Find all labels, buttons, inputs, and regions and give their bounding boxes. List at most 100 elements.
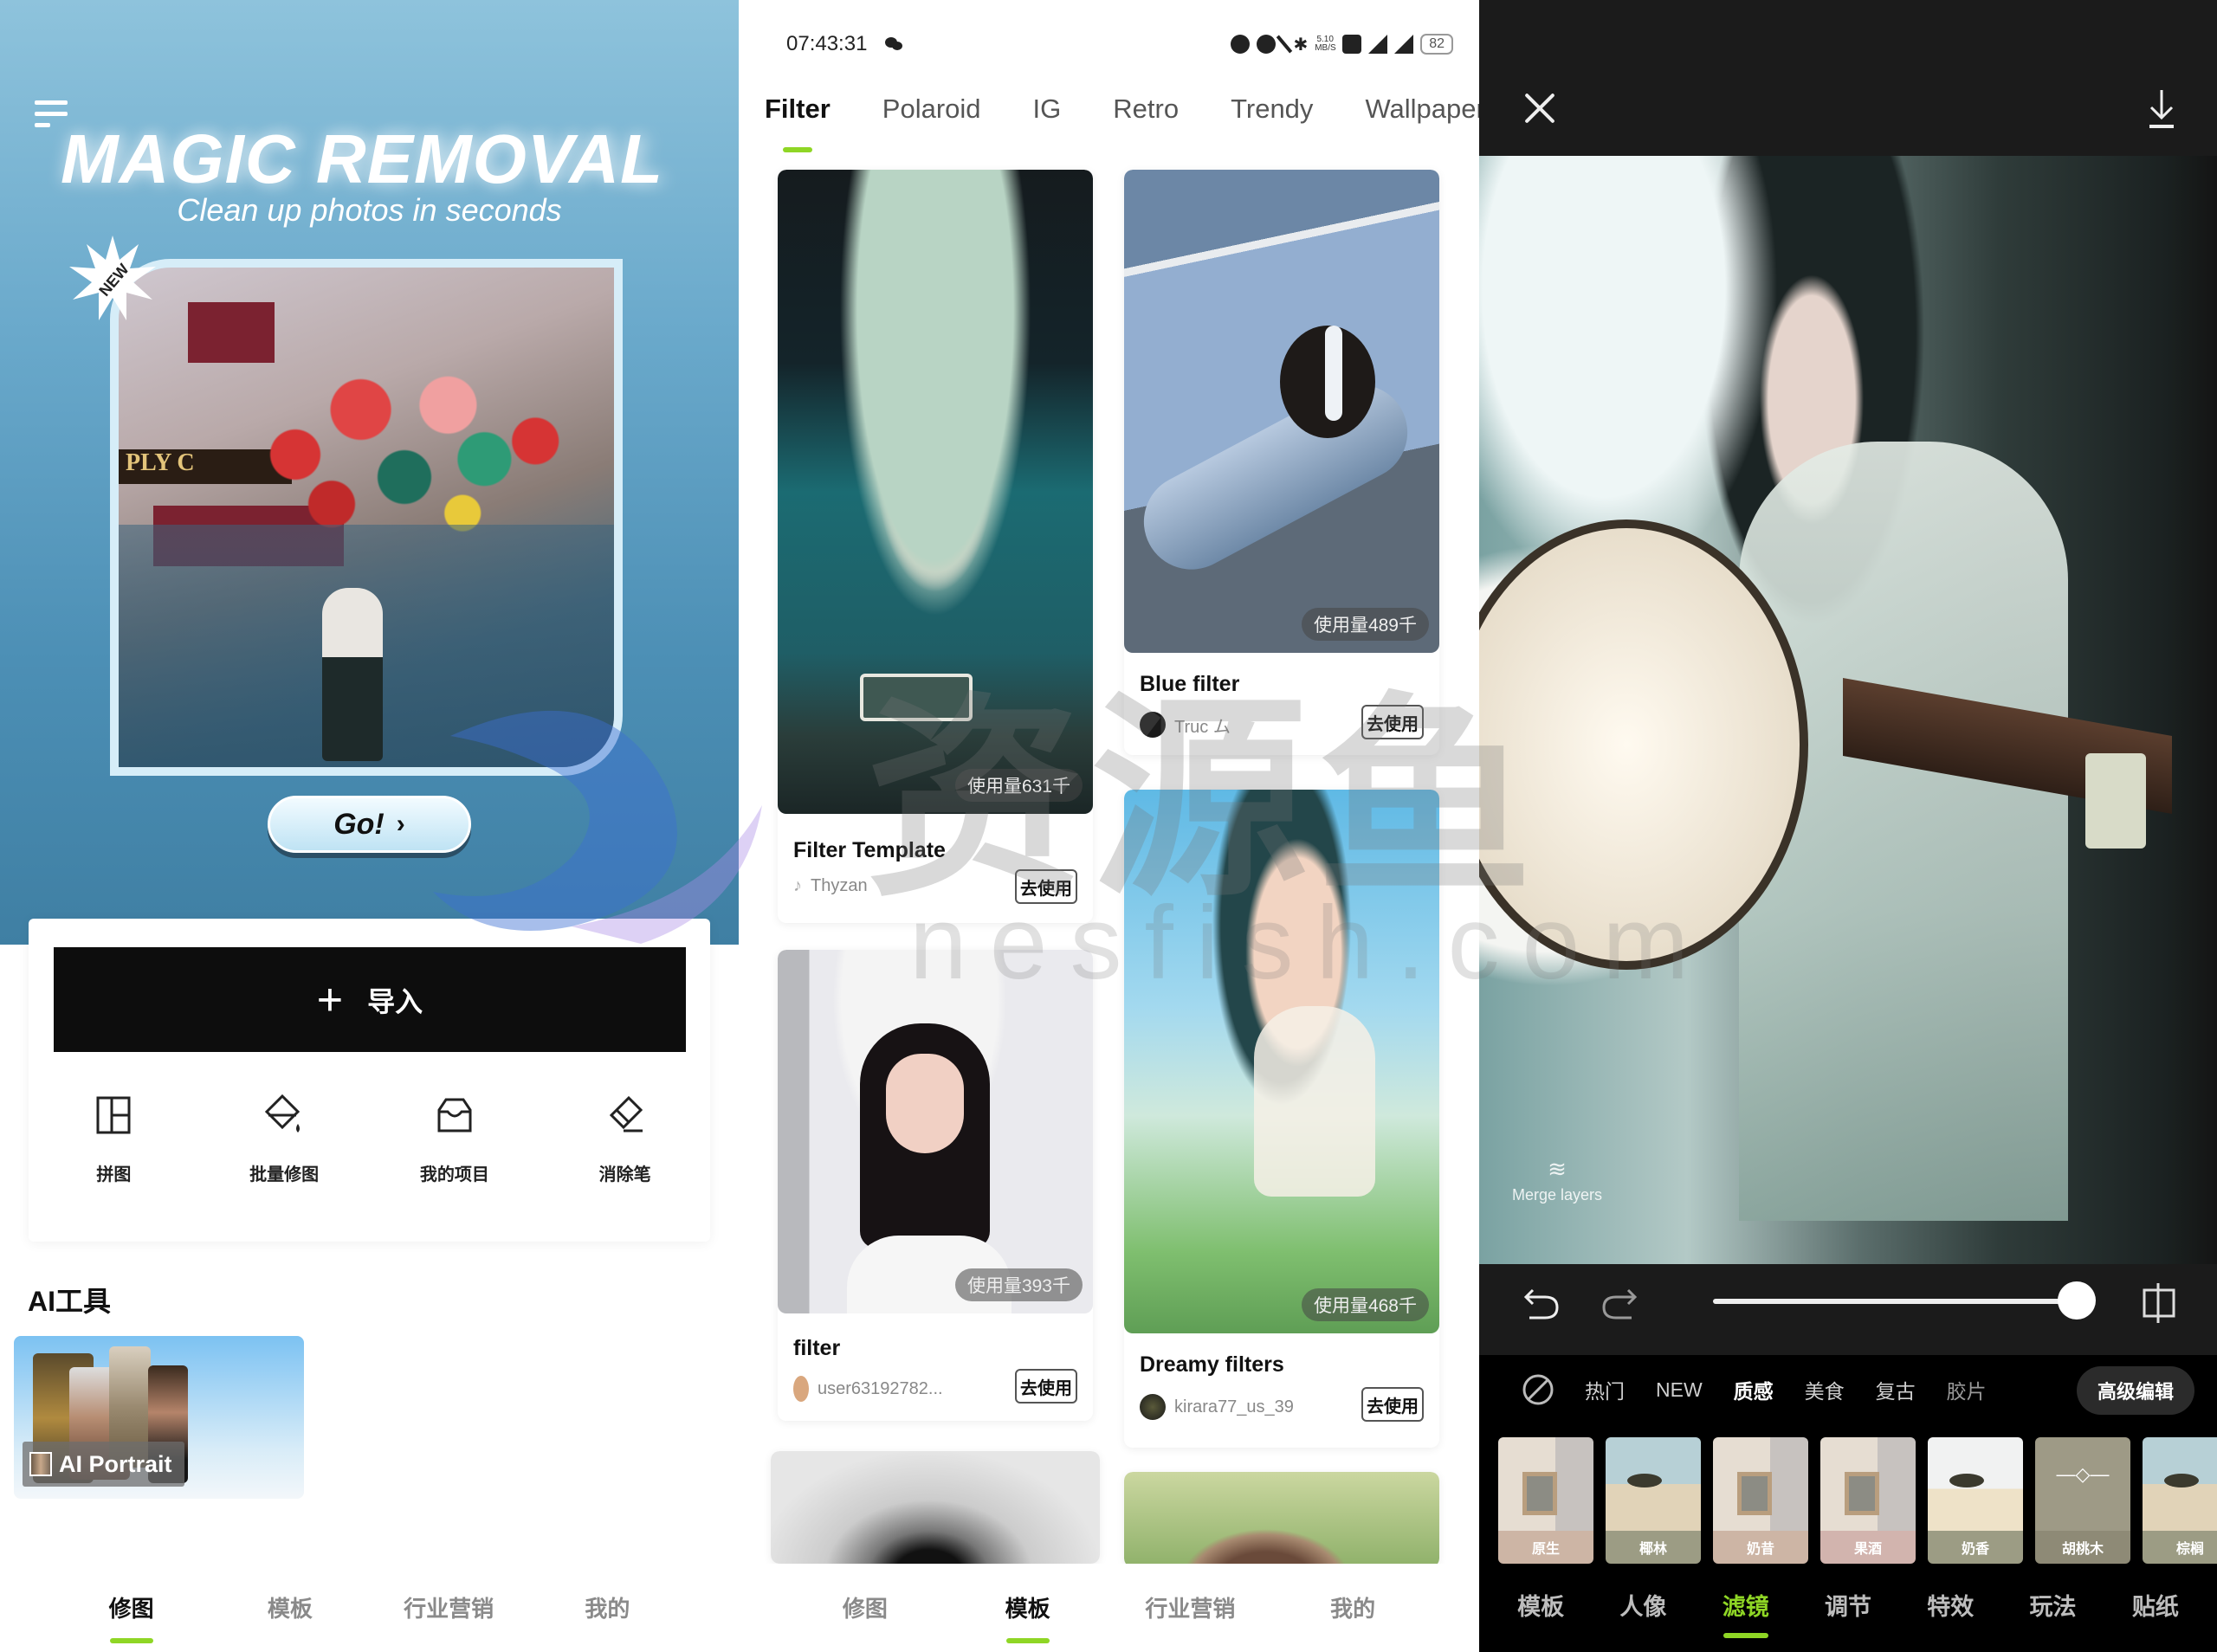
tool-label: 我的项目 — [419, 1165, 489, 1184]
signal-icon — [1368, 35, 1388, 54]
nav-me[interactable]: 我的 — [1271, 1591, 1434, 1623]
filter-name: 原生 — [1498, 1531, 1593, 1564]
use-template-button[interactable]: 去使用 — [1015, 1369, 1077, 1404]
usage-count-badge: 使用量468千 — [1301, 1288, 1429, 1321]
tab-ig[interactable]: IG — [1033, 94, 1062, 125]
filter-category-tab[interactable]: NEW — [1656, 1378, 1703, 1402]
template-title: filter — [793, 1336, 841, 1360]
filter-name: 棕榈 — [2143, 1531, 2217, 1564]
undo-icon[interactable] — [1522, 1281, 1561, 1325]
editor-nav-templates[interactable]: 模板 — [1490, 1588, 1592, 1622]
template-card[interactable]: 使用量468千 Dreamy filters kirara77_us_39 去使… — [1124, 790, 1439, 1448]
tab-label: Retro — [1113, 94, 1180, 124]
tab-polaroid[interactable]: Polaroid — [882, 94, 981, 125]
tool-collage[interactable]: 拼图 — [44, 1093, 183, 1185]
use-template-button[interactable]: 去使用 — [1361, 705, 1424, 739]
editor-nav-adjust[interactable]: 调节 — [1797, 1588, 1899, 1622]
filter-name: 果酒 — [1820, 1531, 1916, 1564]
intensity-slider[interactable] — [1713, 1281, 2096, 1320]
import-button[interactable]: + 导入 — [54, 947, 686, 1052]
editor-nav-portrait[interactable]: 人像 — [1592, 1588, 1694, 1622]
nav-marketing[interactable]: 行业营销 — [1109, 1591, 1272, 1623]
nav-label: 人像 — [1619, 1594, 1667, 1620]
templates-screen: 07:43:31 ✱ 5.10 MB/S 82 Filter Polaroid I… — [739, 0, 1479, 1652]
mute-icon — [1277, 35, 1293, 54]
redo-icon[interactable] — [1600, 1281, 1639, 1325]
nav-marketing[interactable]: 行业营销 — [370, 1591, 528, 1623]
plus-icon: + — [316, 974, 344, 1025]
template-card[interactable]: 使用量489千 Blue filter Truc ム 去使用 — [1124, 170, 1439, 755]
filter-category-tab[interactable]: 复古 — [1876, 1375, 1916, 1404]
merge-layers-button[interactable]: ≋ Merge layers — [1505, 1156, 1609, 1204]
magic-removal-banner[interactable]: MAGIC REMOVAL Clean up photos in seconds… — [0, 0, 739, 945]
editor-nav-stickers[interactable]: 贴纸 — [2104, 1588, 2207, 1622]
filter-thumbnail[interactable]: 奶香 — [1928, 1437, 2023, 1564]
nav-me[interactable]: 我的 — [528, 1591, 687, 1623]
go-button[interactable]: Go! › — [268, 796, 471, 853]
close-icon[interactable] — [1522, 91, 1557, 126]
template-card[interactable]: 使用量631千 Filter Template ♪ Thyzan 去使用 — [778, 170, 1093, 923]
template-card[interactable]: 使用量393千 filter user63192782... 去使用 — [778, 950, 1093, 1421]
template-card[interactable] — [1124, 1472, 1439, 1567]
editor-nav-effects[interactable]: 特效 — [1899, 1588, 2001, 1622]
tab-wallpaper[interactable]: Wallpaper — [1365, 94, 1479, 125]
editor-nav-filters[interactable]: 滤镜 — [1695, 1588, 1797, 1638]
nav-edit[interactable]: 修图 — [52, 1591, 210, 1643]
projects-tray-icon — [437, 1098, 472, 1133]
tool-my-projects[interactable]: 我的项目 — [385, 1093, 524, 1185]
filter-name: 胡桃木 — [2035, 1531, 2130, 1564]
tool-label: 拼图 — [96, 1165, 132, 1184]
photo-balloons — [223, 319, 586, 545]
nav-edit[interactable]: 修图 — [784, 1591, 947, 1623]
slider-thumb[interactable] — [2058, 1281, 2096, 1320]
template-card[interactable] — [771, 1451, 1100, 1564]
editing-canvas-photo[interactable]: ≋ Merge layers — [1479, 156, 2172, 1264]
filter-thumbnail[interactable]: 原生 — [1498, 1437, 1593, 1564]
usage-count-badge: 使用量393千 — [954, 1268, 1083, 1301]
filter-thumbnail[interactable]: 棕榈 — [2143, 1437, 2217, 1564]
filter-thumbnail[interactable]: 奶昔 — [1713, 1437, 1808, 1564]
editor-tool-nav: 模板 人像 滤镜 调节 特效 玩法 贴纸 — [1479, 1588, 2217, 1638]
use-template-button[interactable]: 去使用 — [1015, 869, 1077, 904]
filter-category-tab[interactable]: 胶片 — [1947, 1375, 1987, 1404]
new-badge: NEW — [69, 236, 156, 322]
advanced-edit-button[interactable]: 高级编辑 — [2077, 1366, 2194, 1415]
nav-label: 行业营销 — [404, 1596, 494, 1622]
filter-category-tab[interactable]: 热门 — [1585, 1375, 1625, 1404]
editor-nav-play[interactable]: 玩法 — [2001, 1588, 2104, 1622]
status-icons: ✱ 5.10 MB/S 82 — [1231, 34, 1453, 55]
tab-trendy[interactable]: Trendy — [1231, 94, 1313, 125]
compare-icon[interactable] — [2139, 1281, 2179, 1325]
use-template-button[interactable]: 去使用 — [1361, 1387, 1424, 1422]
status-time: 07:43:31 — [786, 32, 868, 55]
tab-filter[interactable]: Filter — [765, 94, 831, 152]
filter-thumbnail[interactable]: 胡桃木 — [2035, 1437, 2130, 1564]
template-title: Blue filter — [1140, 672, 1240, 696]
template-preview-image: 使用量393千 — [778, 950, 1093, 1313]
filter-thumbnail[interactable]: 果酒 — [1820, 1437, 1916, 1564]
tool-batch-edit[interactable]: 批量修图 — [215, 1093, 353, 1185]
batch-edit-icon — [265, 1094, 301, 1133]
download-icon[interactable] — [2146, 88, 2177, 130]
merge-layers-label: Merge layers — [1511, 1186, 1603, 1204]
filter-thumbnail[interactable]: 椰林 — [1606, 1437, 1701, 1564]
nav-label: 模板 — [267, 1596, 313, 1622]
filter-category-tab[interactable]: 美食 — [1805, 1375, 1845, 1404]
filter-category-tab-active[interactable]: 质感 — [1734, 1375, 1774, 1404]
template-preview-image — [1124, 1472, 1439, 1567]
nav-templates[interactable]: 模板 — [947, 1591, 1109, 1643]
photo-arm — [1127, 367, 1425, 587]
portrait-thumb-icon — [29, 1452, 52, 1476]
active-indicator — [782, 147, 812, 152]
ai-portrait-card[interactable]: AI Portrait — [14, 1336, 304, 1499]
avatar — [1140, 712, 1166, 738]
banner-title: MAGIC REMOVAL — [61, 120, 663, 197]
nav-templates[interactable]: 模板 — [210, 1591, 369, 1623]
tab-retro[interactable]: Retro — [1113, 94, 1179, 125]
active-indicator — [1005, 1638, 1050, 1643]
tab-label: Filter — [765, 94, 831, 124]
nfc-icon — [1257, 35, 1277, 54]
photo-phone — [860, 674, 973, 721]
tool-eraser[interactable]: 消除笔 — [556, 1093, 695, 1185]
filter-preview-image — [2143, 1437, 2217, 1531]
